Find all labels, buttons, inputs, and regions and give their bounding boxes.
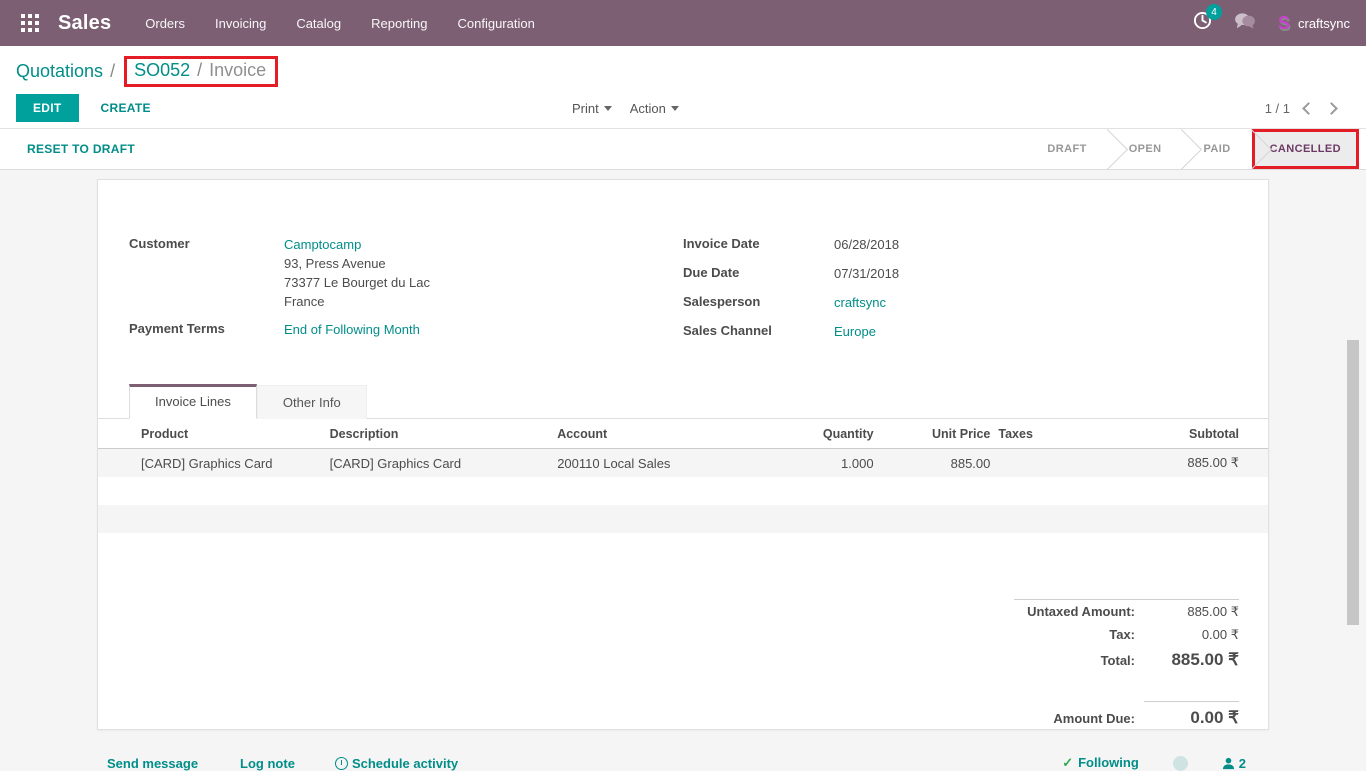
user-avatar: S <box>1278 14 1290 32</box>
annotation-box-breadcrumb: SO052 / Invoice <box>124 56 278 87</box>
follower-count-label: 2 <box>1239 756 1246 771</box>
menu-reporting[interactable]: Reporting <box>371 16 427 31</box>
cell-product: [CARD] Graphics Card <box>98 449 326 478</box>
breadcrumb-quotations[interactable]: Quotations <box>16 61 103 82</box>
reset-to-draft-button[interactable]: RESET TO DRAFT <box>0 129 147 169</box>
breadcrumb-order[interactable]: SO052 <box>134 60 190 81</box>
chevron-down-icon <box>671 106 679 111</box>
cell-quantity: 1.000 <box>778 449 878 478</box>
schedule-activity-button[interactable]: Schedule activity <box>335 756 458 771</box>
edit-button[interactable]: EDIT <box>16 94 79 122</box>
send-message-button[interactable]: Send message <box>107 756 198 771</box>
customer-label: Customer <box>129 235 284 311</box>
status-step-draft[interactable]: DRAFT <box>1026 129 1107 169</box>
menu-orders[interactable]: Orders <box>145 16 185 31</box>
due-date-label: Due Date <box>683 264 834 283</box>
empty-row <box>98 505 1268 533</box>
pager: 1 / 1 <box>1265 101 1350 116</box>
pager-value: 1 / 1 <box>1265 101 1290 116</box>
totals-block: Untaxed Amount: 885.00 ₹ Tax: 0.00 ₹ Tot… <box>1014 599 1239 731</box>
sales-channel-label: Sales Channel <box>683 322 834 341</box>
customer-link[interactable]: Camptocamp <box>284 235 430 254</box>
top-navbar: Sales Orders Invoicing Catalog Reporting… <box>0 0 1366 46</box>
activity-clock-icon[interactable]: 4 <box>1193 11 1212 35</box>
user-menu[interactable]: S craftsync <box>1278 14 1350 32</box>
activity-count-badge: 4 <box>1206 4 1222 20</box>
menu-configuration[interactable]: Configuration <box>458 16 535 31</box>
column-unit-price[interactable]: Unit Price <box>878 419 995 449</box>
print-label: Print <box>572 101 599 116</box>
column-quantity[interactable]: Quantity <box>778 419 878 449</box>
create-button[interactable]: CREATE <box>101 101 151 115</box>
print-dropdown[interactable]: Print <box>572 101 612 116</box>
total-value: 885.00 ₹ <box>1144 650 1239 670</box>
amount-due-value: 0.00 ₹ <box>1144 701 1239 728</box>
salesperson-link[interactable]: craftsync <box>834 295 886 310</box>
log-note-button[interactable]: Log note <box>240 756 295 771</box>
tab-invoice-lines[interactable]: Invoice Lines <box>129 384 257 419</box>
action-dropdown[interactable]: Action <box>630 101 679 116</box>
tab-other-info[interactable]: Other Info <box>257 385 367 419</box>
schedule-activity-label: Schedule activity <box>352 756 458 771</box>
column-product[interactable]: Product <box>98 419 326 449</box>
pager-previous-icon[interactable] <box>1302 102 1315 115</box>
breadcrumb-current: Invoice <box>209 60 266 81</box>
status-steps: DRAFT OPEN PAID CANCELLED <box>1026 129 1359 169</box>
form-view: Customer Camptocamp 93, Press Avenue 733… <box>0 170 1366 771</box>
pager-next-icon[interactable] <box>1325 102 1338 115</box>
table-header-row: Product Description Account Quantity Uni… <box>98 419 1268 449</box>
action-label: Action <box>630 101 666 116</box>
column-taxes[interactable]: Taxes <box>994 419 1089 449</box>
user-name: craftsync <box>1298 16 1350 31</box>
cell-unit-price: 885.00 <box>878 449 995 478</box>
menu-invoicing[interactable]: Invoicing <box>215 16 266 31</box>
followers-button[interactable]: 2 <box>1222 756 1246 771</box>
breadcrumb: Quotations / SO052 / Invoice <box>16 54 1350 88</box>
total-label: Total: <box>1014 653 1144 668</box>
invoice-date-value: 06/28/2018 <box>834 235 899 254</box>
tax-value: 0.00 ₹ <box>1144 627 1239 643</box>
following-button[interactable]: ✓Following <box>1062 755 1139 771</box>
follower-avatar <box>1173 756 1188 771</box>
due-date-value: 07/31/2018 <box>834 264 899 283</box>
breadcrumb-separator: / <box>103 61 122 82</box>
empty-row <box>98 533 1268 561</box>
breadcrumb-separator: / <box>190 60 209 81</box>
payment-terms-label: Payment Terms <box>129 320 284 339</box>
app-title[interactable]: Sales <box>58 12 111 35</box>
invoice-lines-table: Product Description Account Quantity Uni… <box>98 419 1268 561</box>
customer-address-line3: France <box>284 292 430 311</box>
tax-label: Tax: <box>1014 627 1144 642</box>
cell-subtotal: 885.00 ₹ <box>1089 449 1268 478</box>
table-row[interactable]: [CARD] Graphics Card [CARD] Graphics Car… <box>98 449 1268 478</box>
customer-address-line1: 93, Press Avenue <box>284 254 430 273</box>
cell-account: 200110 Local Sales <box>553 449 778 478</box>
main-menu: Orders Invoicing Catalog Reporting Confi… <box>145 16 535 31</box>
untaxed-amount-label: Untaxed Amount: <box>1014 604 1144 619</box>
cell-taxes <box>994 449 1089 478</box>
column-account[interactable]: Account <box>553 419 778 449</box>
customer-address-line2: 73377 Le Bourget du Lac <box>284 273 430 292</box>
cell-description: [CARD] Graphics Card <box>326 449 554 478</box>
vertical-scrollbar[interactable] <box>1347 340 1359 625</box>
statusbar: RESET TO DRAFT DRAFT OPEN PAID CANCELLED <box>0 128 1366 170</box>
column-description[interactable]: Description <box>326 419 554 449</box>
menu-catalog[interactable]: Catalog <box>296 16 341 31</box>
apps-grid-icon[interactable] <box>16 9 44 37</box>
notebook-tabs: Invoice Lines Other Info <box>98 384 1268 419</box>
amount-due-label: Amount Due: <box>1014 711 1144 726</box>
chevron-down-icon <box>604 106 612 111</box>
invoice-date-label: Invoice Date <box>683 235 834 254</box>
sales-channel-link[interactable]: Europe <box>834 324 876 339</box>
empty-row <box>98 477 1268 505</box>
salesperson-label: Salesperson <box>683 293 834 312</box>
messages-icon[interactable] <box>1234 12 1256 35</box>
chatter-bar: Send message Log note Schedule activity … <box>0 755 1366 771</box>
untaxed-amount-value: 885.00 ₹ <box>1144 604 1239 620</box>
column-subtotal[interactable]: Subtotal <box>1089 419 1268 449</box>
payment-terms-link[interactable]: End of Following Month <box>284 322 420 337</box>
control-panel: Quotations / SO052 / Invoice EDIT CREATE… <box>0 46 1366 128</box>
invoice-sheet: Customer Camptocamp 93, Press Avenue 733… <box>97 179 1269 730</box>
